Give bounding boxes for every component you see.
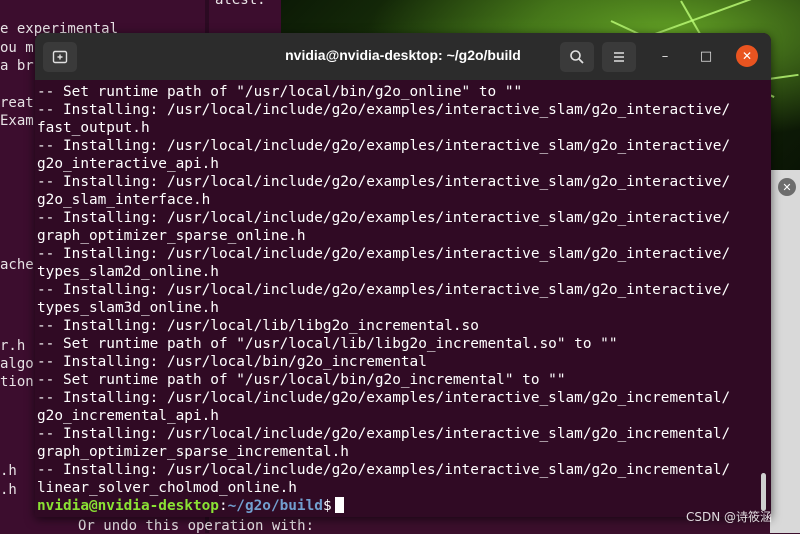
- prompt-user: nvidia@nvidia-desktop: [37, 498, 219, 514]
- panel-close-icon[interactable]: ✕: [778, 178, 796, 196]
- minimize-button[interactable]: –: [654, 45, 676, 67]
- prompt-path: ~/g2o/build: [227, 498, 323, 514]
- side-panel: [770, 170, 800, 533]
- bg-text-fragment: atest.: [215, 0, 266, 8]
- terminal-window[interactable]: nvidia@nvidia-desktop: ~/g2o/build – □ ✕…: [35, 33, 771, 517]
- bg-bottom-text: Or undo this operation with:: [78, 518, 315, 534]
- output-line: g2o_interactive_api.h: [37, 156, 219, 172]
- bg-text-fragment: .h: [0, 463, 17, 479]
- output-line: g2o_slam_interface.h: [37, 192, 211, 208]
- bg-text-fragment: r.h: [0, 338, 26, 354]
- bg-text-fragment: algo: [0, 356, 34, 372]
- output-line: -- Installing: /usr/local/include/g2o/ex…: [37, 246, 731, 262]
- output-line: graph_optimizer_sparse_online.h: [37, 228, 306, 244]
- bg-text-fragment: reat: [0, 95, 34, 111]
- output-line: -- Installing: /usr/local/include/g2o/ex…: [37, 390, 731, 406]
- output-line: -- Installing: /usr/local/bin/g2o_increm…: [37, 354, 427, 370]
- bg-text-fragment: a br: [0, 58, 34, 74]
- output-line: graph_optimizer_sparse_incremental.h: [37, 444, 349, 460]
- search-icon: [570, 50, 584, 64]
- prompt-symbol: $: [322, 498, 332, 514]
- output-line: g2o_incremental_api.h: [37, 408, 219, 424]
- title-bar[interactable]: nvidia@nvidia-desktop: ~/g2o/build – □ ✕: [35, 33, 771, 80]
- output-line: types_slam3d_online.h: [37, 300, 219, 316]
- output-line: linear_solver_cholmod_online.h: [37, 480, 297, 496]
- scrollbar-thumb[interactable]: [761, 473, 766, 511]
- close-button[interactable]: ✕: [736, 45, 758, 67]
- text-cursor: [334, 497, 344, 513]
- output-line: -- Installing: /usr/local/include/g2o/ex…: [37, 282, 731, 298]
- maximize-button[interactable]: □: [695, 45, 717, 67]
- output-line: -- Set runtime path of "/usr/local/bin/g…: [37, 372, 566, 388]
- watermark: CSDN @诗筱涵: [686, 510, 773, 524]
- bg-text-fragment: Exam: [0, 113, 34, 129]
- output-line: -- Installing: /usr/local/include/g2o/ex…: [37, 462, 731, 478]
- search-button[interactable]: [560, 42, 594, 72]
- bg-text-fragment: .h: [0, 482, 17, 498]
- output-line: -- Installing: /usr/local/include/g2o/ex…: [37, 138, 731, 154]
- output-line: -- Installing: /usr/local/include/g2o/ex…: [37, 102, 731, 118]
- terminal-output[interactable]: -- Set runtime path of "/usr/local/bin/g…: [37, 80, 757, 517]
- output-line: -- Set runtime path of "/usr/local/lib/l…: [37, 336, 618, 352]
- bg-text-fragment: ou m: [0, 40, 34, 56]
- output-line: -- Installing: /usr/local/include/g2o/ex…: [37, 426, 731, 442]
- bg-text-fragment: tion: [0, 374, 34, 390]
- output-line: fast_output.h: [37, 120, 150, 136]
- prompt-line[interactable]: nvidia@nvidia-desktop:~/g2o/build$: [37, 497, 757, 515]
- prompt-separator: :: [218, 498, 228, 514]
- output-line: -- Installing: /usr/local/lib/libg2o_inc…: [37, 318, 479, 334]
- bg-text-fragment: ache: [0, 257, 34, 273]
- output-line: -- Set runtime path of "/usr/local/bin/g…: [37, 84, 523, 100]
- hamburger-menu-icon: [614, 52, 624, 62]
- output-line: -- Installing: /usr/local/include/g2o/ex…: [37, 210, 731, 226]
- menu-button[interactable]: [602, 42, 636, 72]
- output-line: -- Installing: /usr/local/include/g2o/ex…: [37, 174, 731, 190]
- output-line: types_slam2d_online.h: [37, 264, 219, 280]
